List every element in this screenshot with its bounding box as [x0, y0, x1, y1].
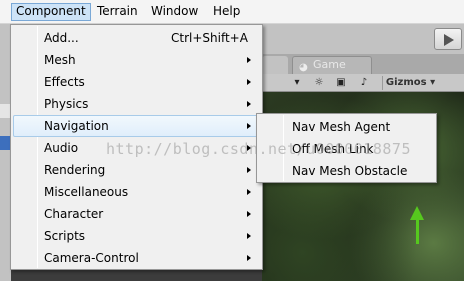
tab-scene[interactable]: [262, 56, 288, 74]
menu-item-label: Character: [44, 207, 104, 221]
menubar-item-help[interactable]: Help: [209, 3, 244, 21]
play-button[interactable]: [434, 28, 462, 50]
menu-item-label: Camera-Control: [44, 251, 139, 265]
submenu-arrow-icon: [247, 123, 251, 129]
menu-bar: Component Terrain Window Help: [0, 0, 464, 24]
menu-item-label: Nav Mesh Obstacle: [292, 164, 408, 178]
component-menu: Add... Ctrl+Shift+A Mesh Effects Physics…: [10, 24, 263, 270]
menu-item-navigation[interactable]: Navigation: [13, 115, 260, 137]
menu-item-label: Effects: [44, 75, 85, 89]
menu-item-label: Add...: [44, 31, 79, 45]
menu-item-nav-mesh-agent[interactable]: Nav Mesh Agent: [259, 116, 434, 138]
menu-item-scripts[interactable]: Scripts: [13, 225, 260, 247]
menu-item-camera-control[interactable]: Camera-Control: [13, 247, 260, 269]
menu-item-miscellaneous[interactable]: Miscellaneous: [13, 181, 260, 203]
menu-item-label: Navigation: [44, 119, 109, 133]
dropdown-arrow-icon[interactable]: ▾: [286, 76, 308, 90]
tab-game[interactable]: ◕ Game: [292, 56, 372, 74]
menu-item-off-mesh-link[interactable]: Off Mesh Link: [259, 138, 434, 160]
audio-icon[interactable]: ♪: [354, 76, 374, 90]
sun-icon[interactable]: ☼: [308, 76, 330, 90]
menu-item-audio[interactable]: Audio: [13, 137, 260, 159]
menubar-item-partial[interactable]: [0, 3, 6, 21]
menu-item-label: Nav Mesh Agent: [292, 120, 391, 134]
menu-item-label: Audio: [44, 141, 79, 155]
menu-item-label: Mesh: [44, 53, 76, 67]
menu-item-mesh[interactable]: Mesh: [13, 49, 260, 71]
move-gizmo-axis[interactable]: [416, 218, 419, 244]
navigation-submenu: Nav Mesh Agent Off Mesh Link Nav Mesh Ob…: [256, 113, 437, 183]
menu-item-add[interactable]: Add... Ctrl+Shift+A: [13, 27, 260, 49]
submenu-arrow-icon: [247, 189, 251, 195]
menu-item-label: Off Mesh Link: [292, 142, 374, 156]
submenu-arrow-icon: [247, 145, 251, 151]
menu-item-character[interactable]: Character: [13, 203, 260, 225]
submenu-arrow-icon: [247, 101, 251, 107]
menu-item-nav-mesh-obstacle[interactable]: Nav Mesh Obstacle: [259, 160, 434, 182]
submenu-arrow-icon: [247, 255, 251, 261]
menubar-item-component[interactable]: Component: [11, 3, 91, 21]
unity-toolbar: [262, 24, 464, 54]
menubar-item-window[interactable]: Window: [147, 3, 202, 21]
menu-item-label: Physics: [44, 97, 89, 111]
menu-item-rendering[interactable]: Rendering: [13, 159, 260, 181]
menu-item-effects[interactable]: Effects: [13, 71, 260, 93]
scene-view-toolbar: ▾ ☼ ▣ ♪ Gizmos ▾: [262, 74, 464, 92]
menu-item-label: Miscellaneous: [44, 185, 129, 199]
submenu-arrow-icon: [247, 79, 251, 85]
menubar-item-terrain[interactable]: Terrain: [93, 3, 142, 21]
menu-item-physics[interactable]: Physics: [13, 93, 260, 115]
gizmos-dropdown[interactable]: Gizmos ▾: [382, 76, 438, 90]
menu-item-shortcut: Ctrl+Shift+A: [171, 31, 248, 45]
submenu-arrow-icon: [247, 167, 251, 173]
menu-item-label: Scripts: [44, 229, 86, 243]
gizmos-label: Gizmos: [385, 77, 427, 88]
view-tab-bar: ◕ Game: [262, 54, 464, 74]
menu-item-label: Rendering: [44, 163, 106, 177]
submenu-arrow-icon: [247, 233, 251, 239]
submenu-arrow-icon: [247, 211, 251, 217]
tab-game-label: Game: [313, 58, 346, 71]
image-icon[interactable]: ▣: [330, 76, 352, 90]
submenu-arrow-icon: [247, 57, 251, 63]
